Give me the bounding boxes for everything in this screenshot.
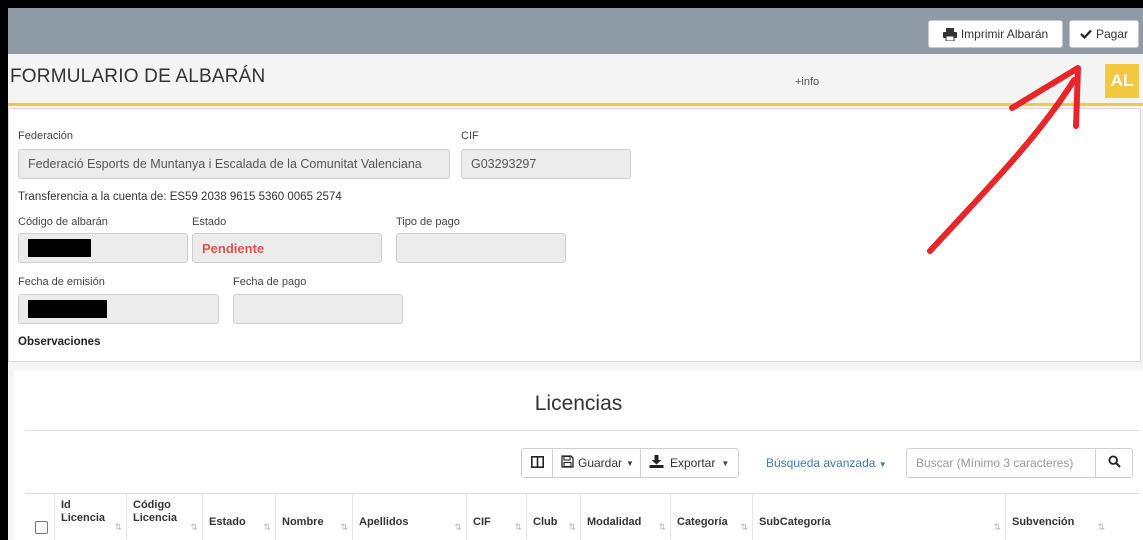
col-modalidad[interactable]: Modalidad ⇅ — [581, 494, 671, 540]
redacted-block — [28, 300, 107, 318]
estado-field[interactable]: Pendiente — [192, 233, 382, 263]
print-albaran-button[interactable]: Imprimir Albarán — [928, 20, 1063, 48]
floppy-icon — [561, 455, 574, 471]
table-toolbar: Guardar ▼ Exportar ▼ — [521, 448, 739, 478]
tipo-pago-field[interactable] — [396, 233, 566, 263]
col-label: SubCategoría — [759, 516, 831, 528]
col-label: Licencia — [61, 512, 106, 524]
fecha-emision-label: Fecha de emisión — [18, 276, 105, 288]
sort-icon: ⇅ — [740, 522, 748, 532]
col-categoria[interactable]: Categoría ⇅ — [671, 494, 753, 540]
cif-field[interactable]: G03293297 — [461, 149, 631, 179]
col-nombre[interactable]: Nombre ⇅ — [276, 494, 353, 540]
columns-icon — [530, 455, 544, 471]
exportar-label: Exportar — [670, 456, 716, 470]
columns-button[interactable] — [521, 448, 553, 478]
col-cif[interactable]: CIF ⇅ — [467, 494, 527, 540]
col-id-licencia[interactable]: Id Licencia ⇅ — [55, 494, 127, 540]
form-header: FORMULARIO DE ALBARÁN +info AL — [8, 54, 1143, 106]
sort-icon: ⇅ — [190, 522, 198, 532]
tipo-pago-label: Tipo de pago — [396, 216, 460, 228]
col-label: Código — [133, 499, 171, 511]
licencias-table-header: Id Licencia ⇅ Código Licencia ⇅ Estado ⇅… — [25, 493, 1139, 540]
pay-button[interactable]: Pagar — [1069, 20, 1139, 48]
cif-label: CIF — [461, 130, 479, 142]
sort-icon: ⇅ — [658, 522, 666, 532]
search-input[interactable] — [906, 448, 1096, 478]
col-codigo-licencia[interactable]: Código Licencia ⇅ — [127, 494, 203, 540]
col-label: Licencia — [133, 512, 178, 524]
fecha-pago-field[interactable] — [233, 294, 403, 324]
codigo-albaran-label: Código de albarán — [18, 216, 108, 228]
col-subcategoria[interactable]: SubCategoría ⇅ — [753, 494, 1006, 540]
pay-label: Pagar — [1095, 27, 1129, 41]
select-all-cell — [25, 494, 55, 540]
guardar-dropdown[interactable]: Guardar ▼ — [552, 448, 641, 478]
sort-icon: ⇅ — [514, 522, 522, 532]
fecha-emision-field[interactable] — [18, 294, 219, 324]
observaciones-label: Observaciones — [18, 336, 101, 348]
col-apellidos[interactable]: Apellidos ⇅ — [353, 494, 467, 540]
col-subvencion[interactable]: Subvención ⇅ — [1006, 494, 1109, 540]
licencias-title: Licencias — [534, 392, 623, 415]
advanced-search-link[interactable]: Búsqueda avanzada ▼ — [766, 456, 887, 470]
col-label: Subvención — [1012, 516, 1075, 528]
chevron-down-icon: ▼ — [626, 458, 634, 468]
federacion-label: Federación — [18, 130, 74, 142]
sort-icon: ⇅ — [340, 522, 348, 532]
col-estado[interactable]: Estado ⇅ — [203, 494, 276, 540]
select-all-checkbox[interactable] — [35, 521, 48, 534]
more-info-link[interactable]: +info — [795, 76, 819, 88]
col-label: Apellidos — [359, 516, 409, 528]
page-title: FORMULARIO DE ALBARÁN — [10, 66, 266, 87]
search-button[interactable] — [1095, 448, 1133, 478]
federacion-field[interactable]: Federació Esports de Muntanya i Escalada… — [18, 149, 450, 179]
col-club[interactable]: Club ⇅ — [527, 494, 581, 540]
exportar-dropdown[interactable]: Exportar ▼ — [640, 448, 739, 478]
top-toolbar: Imprimir Albarán Pagar — [8, 8, 1143, 54]
codigo-albaran-field[interactable] — [18, 233, 188, 263]
chevron-down-icon: ▼ — [721, 458, 730, 468]
advanced-search-label: Búsqueda avanzada — [766, 456, 876, 470]
col-label: Nombre — [282, 516, 324, 528]
section-divider — [25, 430, 1139, 431]
col-label: Categoría — [677, 516, 728, 528]
check-icon — [1080, 29, 1092, 39]
col-label: Estado — [209, 516, 246, 528]
col-label: Id — [61, 499, 71, 511]
sort-icon: ⇅ — [1097, 522, 1105, 532]
sort-icon: ⇅ — [454, 522, 462, 532]
app-frame: Imprimir Albarán Pagar FORMULARIO DE ALB… — [8, 8, 1143, 540]
search-icon — [1107, 455, 1121, 471]
fecha-pago-label: Fecha de pago — [233, 276, 307, 288]
albaran-form: Federación Federació Esports de Muntanya… — [8, 108, 1141, 362]
sort-icon: ⇅ — [993, 522, 1001, 532]
licencias-section: Licencias Guardar ▼ Exportar ▼ Búsqueda … — [14, 370, 1143, 540]
download-icon — [649, 455, 664, 471]
sort-icon: ⇅ — [568, 522, 576, 532]
sort-icon: ⇅ — [114, 522, 122, 532]
albaran-badge: AL — [1105, 64, 1139, 98]
print-albaran-label: Imprimir Albarán — [960, 27, 1049, 41]
col-label: Modalidad — [587, 516, 642, 528]
guardar-label: Guardar — [578, 456, 623, 470]
redacted-block — [28, 239, 91, 257]
estado-label: Estado — [192, 216, 227, 228]
printer-icon — [942, 27, 957, 41]
transfer-account-text: Transferencia a la cuenta de: ES59 2038 … — [18, 191, 342, 203]
sort-icon: ⇅ — [263, 522, 271, 532]
chevron-down-icon: ▼ — [878, 460, 887, 469]
